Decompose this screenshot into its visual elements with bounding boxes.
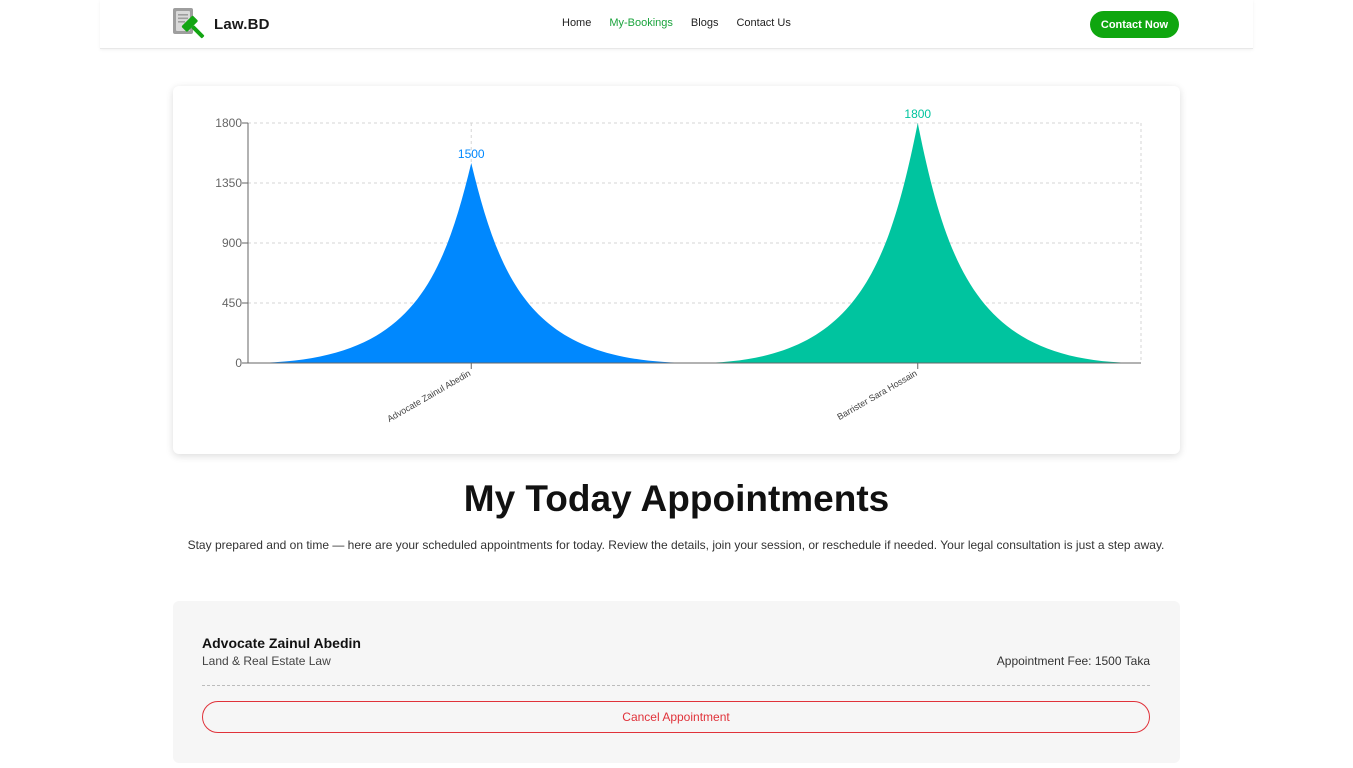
nav-home-link[interactable]: Home <box>562 17 591 29</box>
brand-name: Law.BD <box>214 15 270 33</box>
nav-my-bookings-link[interactable]: My-Bookings <box>609 17 673 29</box>
nav-contact-us-link[interactable]: Contact Us <box>736 17 790 29</box>
fees-chart-card: 0 450 900 1350 1800 1500 1800 Advocate Zainul A… <box>173 86 1180 454</box>
brand[interactable]: Law.BD <box>172 6 270 42</box>
navbar: Law.BD Home My-Bookings Blogs Contact Us… <box>100 0 1253 49</box>
gavel-logo-icon <box>173 8 205 39</box>
x-tick-label: Advocate Zainul Abedin <box>385 368 472 424</box>
y-tick-label: 0 <box>235 356 242 370</box>
lawyer-name: Advocate Zainul Abedin <box>202 635 361 651</box>
lawyer-specialty: Land & Real Estate Law <box>202 654 331 668</box>
contact-now-button[interactable]: Contact Now <box>1090 11 1179 38</box>
series-spike <box>694 123 1141 363</box>
fees-chart: 0 450 900 1350 1800 1500 1800 Advocate Zainul A… <box>215 107 1142 424</box>
data-label: 1800 <box>904 107 931 121</box>
cancel-appointment-button[interactable]: Cancel Appointment <box>202 701 1150 733</box>
card-divider <box>202 685 1150 686</box>
y-tick-label: 1800 <box>215 116 242 130</box>
series-spike <box>248 163 695 363</box>
main-nav: Home My-Bookings Blogs Contact Us <box>562 17 791 29</box>
x-tick-label: Barrister Sara Hossain <box>835 368 918 422</box>
appointments-title: My Today Appointments <box>463 478 890 519</box>
y-tick-label: 450 <box>222 296 242 310</box>
appointment-fee: Appointment Fee: 1500 Taka <box>996 654 1150 668</box>
data-label: 1500 <box>458 147 485 161</box>
nav-blogs-link[interactable]: Blogs <box>691 17 719 29</box>
y-tick-label: 1350 <box>215 176 242 190</box>
y-tick-label: 900 <box>222 236 242 250</box>
appointments-description: Stay prepared and on time — here are you… <box>187 538 1165 552</box>
appointment-card: Advocate Zainul Abedin Land & Real Estat… <box>173 601 1180 763</box>
